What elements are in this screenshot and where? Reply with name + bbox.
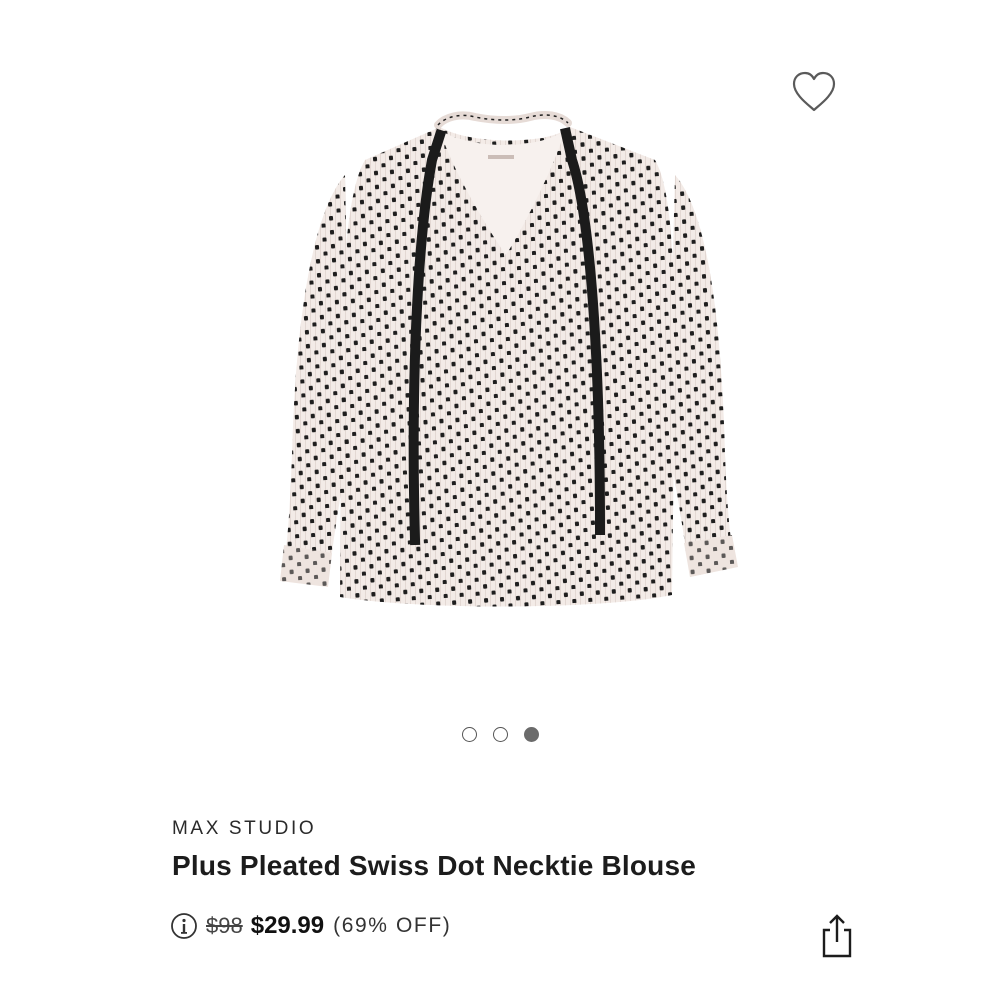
heart-icon [792,71,836,112]
sale-price: $29.99 [250,912,325,939]
brand-name[interactable]: MAX STUDIO [172,818,316,840]
share-button[interactable] [818,912,856,960]
carousel-dot-1[interactable] [461,727,477,742]
carousel-dot-2[interactable] [492,727,508,742]
product-title: Plus Pleated Swiss Dot Necktie Blouse [172,850,697,881]
price-info-button[interactable] [170,912,198,940]
original-price: $98 [206,913,243,938]
carousel-indicators [0,727,1000,742]
info-icon [171,913,197,939]
price-row: $98 $29.99 (69% OFF) [170,908,451,944]
share-icon [822,914,852,958]
carousel-dot-3[interactable] [523,727,539,742]
product-image-gallery[interactable] [0,0,1000,760]
discount-percentage: (69% OFF) [333,914,452,937]
product-image[interactable] [270,105,750,625]
favorite-button[interactable] [788,68,840,116]
